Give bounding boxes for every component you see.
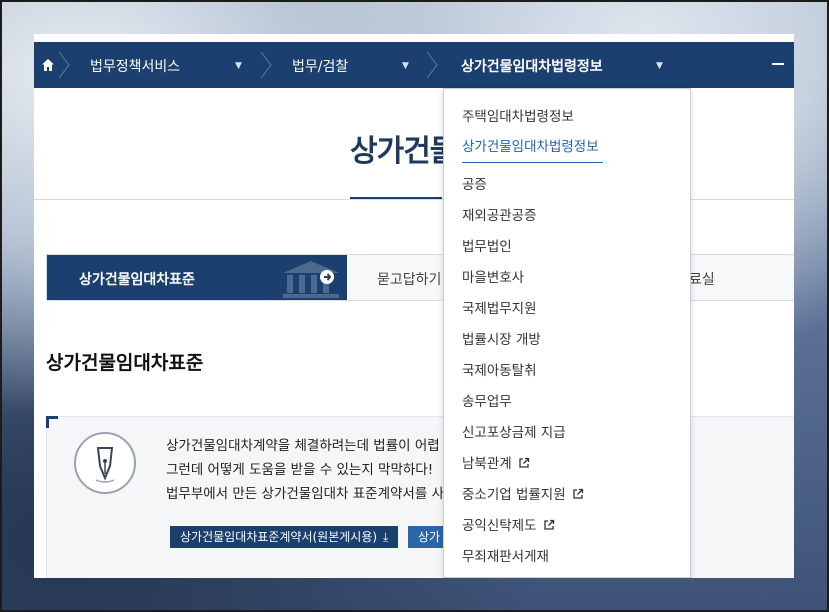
tab-archive[interactable]: 료실 [689, 269, 715, 289]
dropdown-item-label: 상가건물임대차법령정보 [462, 139, 599, 155]
dropdown-item-label: 재외공관공증 [462, 208, 537, 224]
chevron-right-icon [58, 51, 70, 79]
info-text-line: 그런데 어떻게 도움을 받을 수 있는지 막막하다! [166, 462, 434, 478]
breadcrumb-item-current[interactable]: 상가건물임대차법령정보 [461, 56, 603, 76]
dropdown-menu-item[interactable]: 공익신탁제도 [462, 514, 555, 534]
collapse-icon[interactable] [772, 63, 784, 65]
dropdown-menu-item[interactable]: 중소기업 법률지원 [462, 483, 584, 503]
dropdown-item-label: 무죄재판서게재 [462, 549, 549, 565]
breadcrumb-item-policy[interactable]: 법무정책서비스 [90, 56, 180, 76]
download-icon: ⤓ [383, 530, 389, 544]
dropdown-menu-item[interactable]: 국제아동탈취 [462, 359, 537, 379]
info-text-line: 상가건물임대차계약을 체결하려는데 법률이 어렵 [166, 438, 440, 454]
dropdown-item-label: 중소기업 법률지원 [462, 487, 566, 503]
dropdown-item-label: 마을변호사 [462, 270, 525, 286]
dropdown-menu-item[interactable]: 상가건물임대차법령정보 [462, 135, 599, 155]
dropdown-menu-item[interactable]: 법률시장 개방 [462, 328, 541, 348]
fountain-pen-icon [74, 432, 136, 494]
tab-lease-standard[interactable]: 상가건물임대차표준 [47, 255, 347, 300]
chevron-right-icon [426, 51, 438, 79]
browser-window: 법무정책서비스 ▼ 법무/검찰 ▼ 상가건물임대차법령정보 ▼ 상가건물임대차법… [34, 42, 794, 578]
dropdown-item-label: 국제법무지원 [462, 301, 537, 317]
active-item-underline [462, 162, 603, 163]
dropdown-item-label: 공증 [462, 177, 487, 193]
dropdown-item-label: 송무업무 [462, 394, 512, 410]
dropdown-item-label: 남북관계 [462, 456, 512, 472]
info-text-line: 법무부에서 만든 상가건물임대차 표준계약서를 사 [166, 486, 444, 502]
chevron-down-icon[interactable]: ▼ [656, 61, 663, 71]
dropdown-menu-item[interactable]: 신고포상금제 지급 [462, 421, 566, 441]
chevron-down-icon[interactable]: ▼ [235, 61, 242, 71]
dropdown-item-label: 공익신탁제도 [462, 518, 537, 534]
dropdown-menu-item[interactable]: 공증 [462, 173, 487, 193]
breadcrumb-navbar: 법무정책서비스 ▼ 법무/검찰 ▼ 상가건물임대차법령정보 ▼ [34, 42, 794, 88]
button-label: 상가 [418, 530, 441, 544]
dropdown-item-label: 법률시장 개방 [462, 332, 541, 348]
home-icon[interactable] [40, 57, 56, 73]
section-title: 상가건물임대차표준 [46, 352, 204, 374]
chevron-down-icon[interactable]: ▼ [402, 61, 409, 71]
dropdown-item-label: 법무법인 [462, 239, 512, 255]
box-corner-accent [46, 416, 58, 428]
external-link-icon [519, 457, 529, 468]
breadcrumb-dropdown-menu: 주택임대차법령정보상가건물임대차법령정보공증재외공관공증법무법인마을변호사국제법… [443, 88, 691, 578]
dropdown-menu-item[interactable]: 무죄재판서게재 [462, 545, 549, 565]
dropdown-menu-item[interactable]: 주택임대차법령정보 [462, 105, 574, 125]
button-label: 상가건물임대차표준계약서(원본게시용) [180, 530, 378, 544]
dropdown-item-label: 국제아동탈취 [462, 363, 537, 379]
chevron-right-icon [260, 51, 272, 79]
breadcrumb-item-prosecution[interactable]: 법무/검찰 [292, 56, 348, 76]
dropdown-item-label: 신고포상금제 지급 [462, 425, 566, 441]
arrow-circle-right-icon [320, 270, 334, 284]
dropdown-menu-item[interactable]: 국제법무지원 [462, 297, 537, 317]
window-top-strip [34, 34, 794, 42]
tab-qna[interactable]: 묻고답하기 [377, 269, 441, 289]
external-link-icon [543, 519, 554, 530]
dropdown-menu-item[interactable]: 법무법인 [462, 235, 512, 255]
download-second-button[interactable]: 상가 [408, 526, 448, 548]
dropdown-item-label: 주택임대차법령정보 [462, 109, 574, 125]
external-link-icon [573, 488, 583, 499]
dropdown-menu-item[interactable]: 마을변호사 [462, 266, 524, 286]
dropdown-menu-item[interactable]: 재외공관공증 [462, 204, 537, 224]
download-original-button[interactable]: 상가건물임대차표준계약서(원본게시용) ⤓ [170, 526, 399, 548]
dropdown-menu-item[interactable]: 남북관계 [462, 452, 530, 472]
dropdown-menu-item[interactable]: 송무업무 [462, 390, 512, 410]
tab-label: 상가건물임대차표준 [79, 272, 195, 288]
